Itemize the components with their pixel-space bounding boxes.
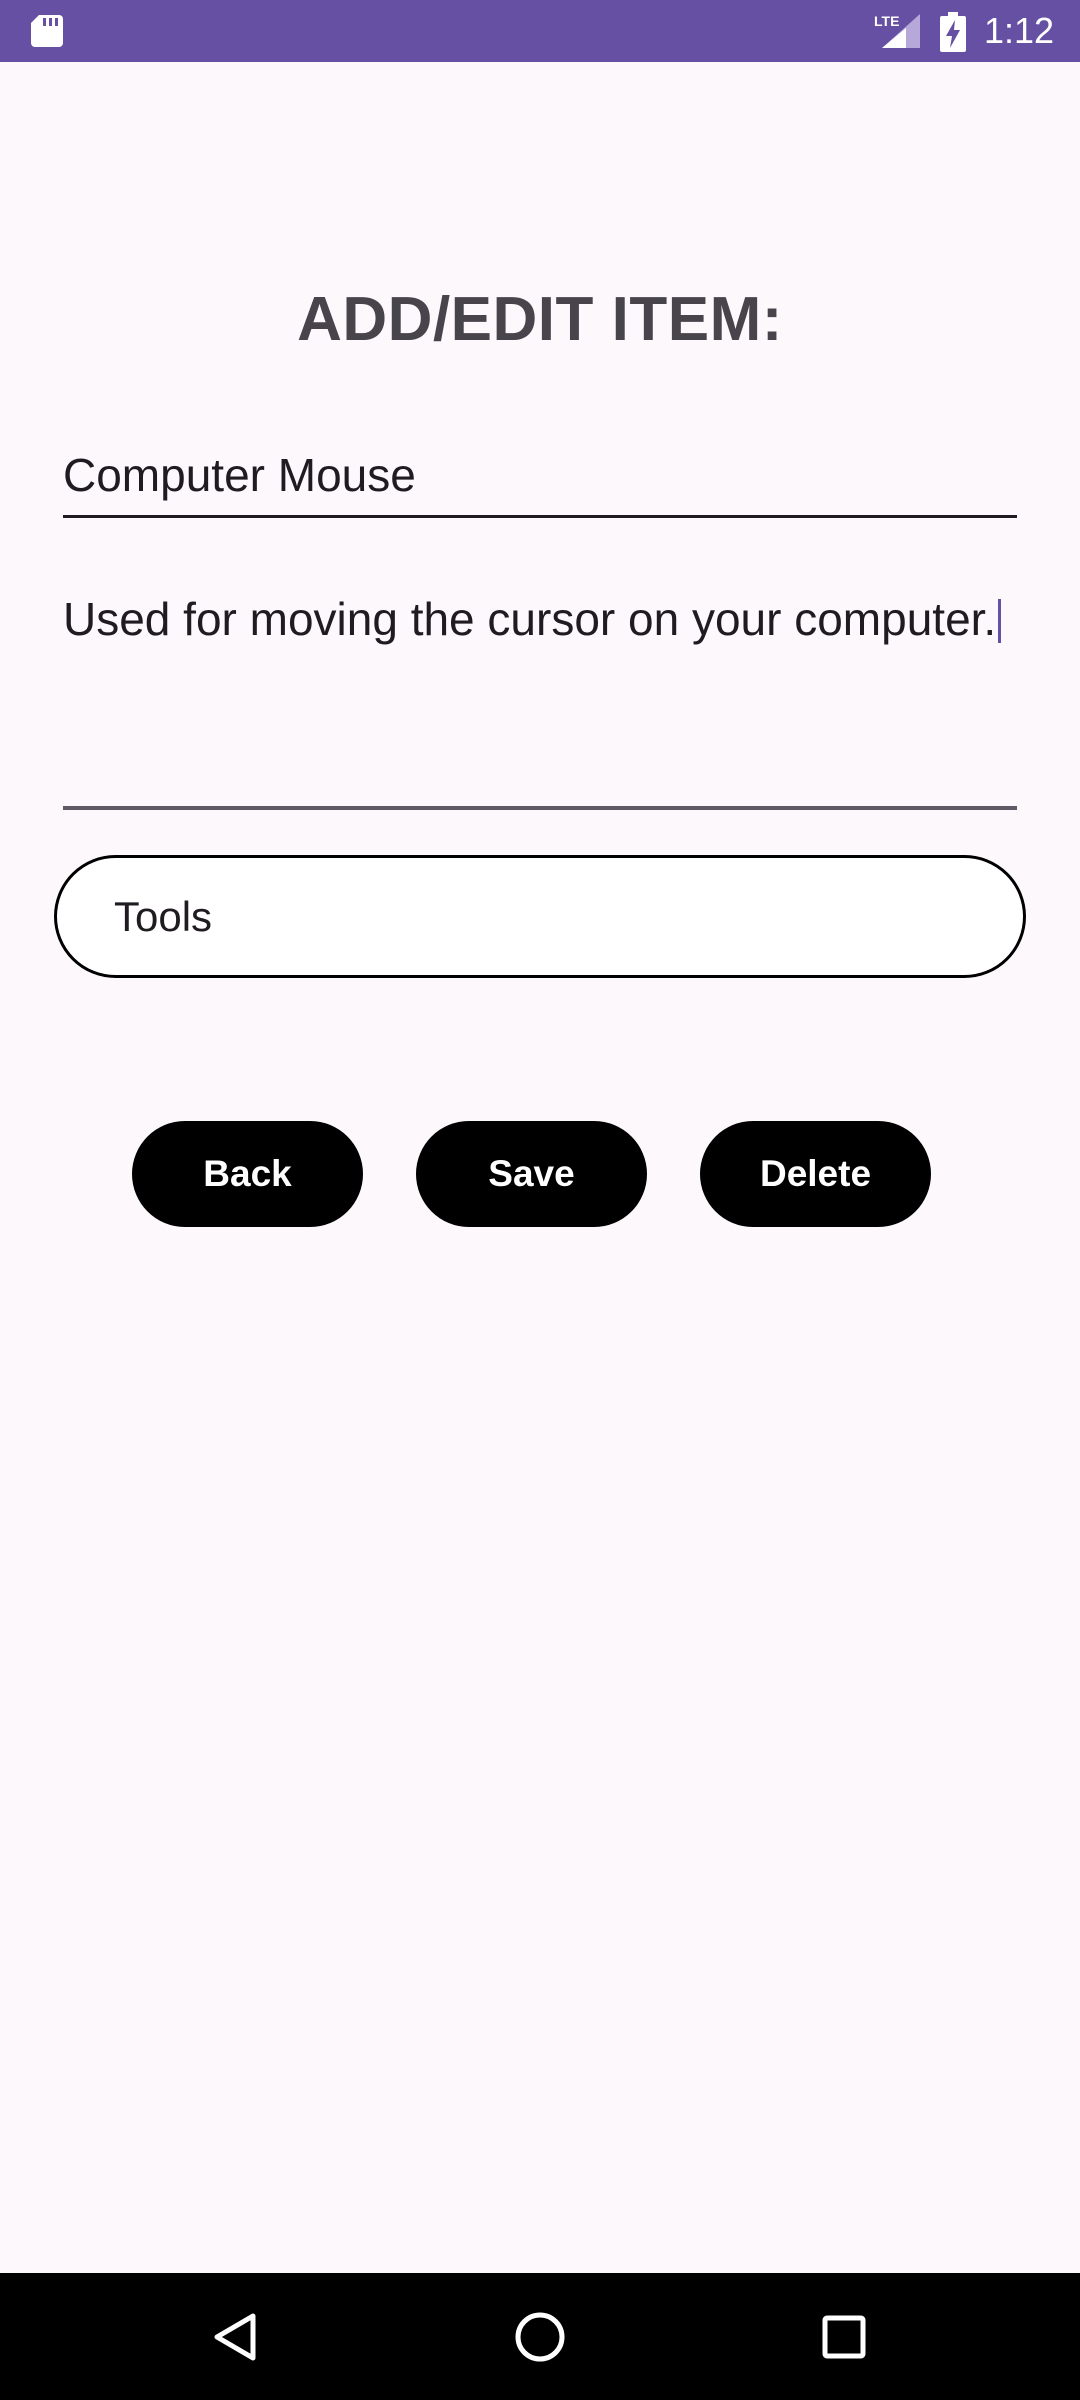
nav-recents-icon[interactable]: [817, 2310, 871, 2364]
save-button[interactable]: Save: [416, 1121, 647, 1227]
nav-home-icon[interactable]: [513, 2310, 567, 2364]
item-description-field[interactable]: Used for moving the cursor on your compu…: [63, 592, 1017, 810]
item-name-value: Computer Mouse: [63, 449, 416, 501]
nav-back-icon[interactable]: [209, 2310, 263, 2364]
text-cursor: [998, 599, 1002, 643]
delete-button[interactable]: Delete: [700, 1121, 931, 1227]
lte-signal-icon: LTE: [874, 13, 920, 48]
page-title: ADD/EDIT ITEM:: [297, 285, 783, 354]
status-bar: LTE 1:12: [0, 0, 1080, 62]
item-category-field[interactable]: Tools: [54, 855, 1026, 978]
svg-text:LTE: LTE: [874, 13, 899, 29]
sd-card-icon: [31, 15, 63, 47]
item-description-value: Used for moving the cursor on your compu…: [63, 593, 997, 645]
status-time: 1:12: [984, 10, 1055, 51]
battery-charging-icon: [940, 12, 966, 52]
item-category-value: Tools: [114, 893, 213, 940]
back-button[interactable]: Back: [132, 1121, 363, 1227]
item-name-field[interactable]: Computer Mouse: [63, 440, 1017, 518]
item-description-text: Used for moving the cursor on your compu…: [63, 592, 1003, 647]
